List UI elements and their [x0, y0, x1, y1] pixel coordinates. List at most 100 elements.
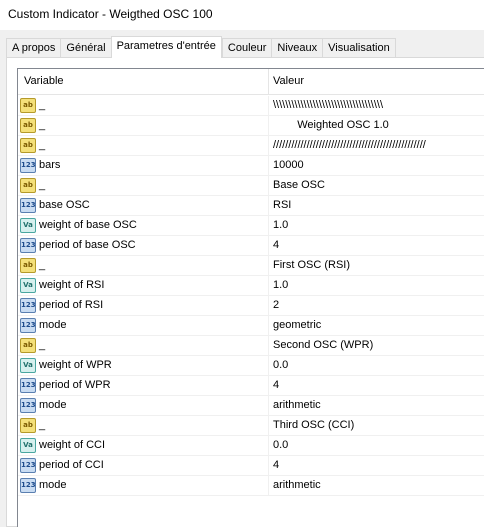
cell-divider [268, 396, 269, 416]
string-type-icon: ab [20, 178, 36, 193]
value-cell[interactable]: 1.0 [273, 279, 288, 291]
variable-name: mode [39, 319, 67, 331]
tab-a-propos[interactable]: A propos [6, 38, 61, 58]
column-header-variable[interactable]: Variable [24, 75, 64, 87]
cell-divider [268, 196, 269, 216]
variable-name: mode [39, 479, 67, 491]
value-cell[interactable]: geometric [273, 319, 321, 331]
integer-type-icon: 123 [20, 238, 36, 253]
table-row[interactable]: ab _ Base OSC [18, 176, 484, 196]
table-row[interactable]: ab _ Weighted OSC 1.0 [18, 116, 484, 136]
cell-divider [268, 256, 269, 276]
table-row[interactable]: 123 mode arithmetic [18, 476, 484, 496]
table-row[interactable]: 123 period of RSI 2 [18, 296, 484, 316]
cell-divider [268, 436, 269, 456]
variable-name: period of WPR [39, 379, 111, 391]
value-cell[interactable]: Weighted OSC 1.0 [273, 119, 413, 131]
value-cell[interactable]: 10000 [273, 159, 304, 171]
table-row[interactable]: ab _ /////////////////////////////////////… [18, 136, 484, 156]
value-cell[interactable]: Third OSC (CCI) [273, 419, 354, 431]
cell-divider [268, 236, 269, 256]
cell-divider [268, 96, 269, 116]
variable-name: weight of WPR [39, 359, 112, 371]
table-row[interactable]: 123 period of CCI 4 [18, 456, 484, 476]
table-row[interactable]: 123 bars 10000 [18, 156, 484, 176]
table-row[interactable]: ab _ Third OSC (CCI) [18, 416, 484, 436]
value-cell[interactable]: 4 [273, 239, 279, 251]
integer-type-icon: 123 [20, 198, 36, 213]
cell-divider [268, 156, 269, 176]
table-row[interactable]: 123 period of WPR 4 [18, 376, 484, 396]
value-cell[interactable]: 0.0 [273, 439, 288, 451]
grid-header: Variable Valeur [18, 69, 484, 95]
column-header-value[interactable]: Valeur [273, 75, 304, 87]
cell-divider [268, 216, 269, 236]
cell-divider [268, 456, 269, 476]
integer-type-icon: 123 [20, 478, 36, 493]
variable-name: _ [39, 179, 46, 191]
variable-name: _ [39, 259, 46, 271]
variable-name: weight of RSI [39, 279, 105, 291]
cell-divider [268, 376, 269, 396]
table-row[interactable]: 123 mode arithmetic [18, 396, 484, 416]
column-divider[interactable] [268, 69, 269, 95]
tab-general[interactable]: Général [60, 38, 111, 58]
cell-divider [268, 136, 269, 156]
value-cell[interactable]: First OSC (RSI) [273, 259, 350, 271]
table-row[interactable]: Va weight of base OSC 1.0 [18, 216, 484, 236]
tab-visualisation[interactable]: Visualisation [322, 38, 396, 58]
tab-strip: A propos Général Parametres d'entrée Cou… [6, 36, 396, 58]
variable-name: period of RSI [39, 299, 104, 311]
cell-divider [268, 316, 269, 336]
table-row[interactable]: ab _ Second OSC (WPR) [18, 336, 484, 356]
integer-type-icon: 123 [20, 298, 36, 313]
integer-type-icon: 123 [20, 318, 36, 333]
input-parameters-grid: Variable Valeur ab _ \\\\\\\\\\\\\\\\\\\\\… [17, 68, 484, 527]
value-cell[interactable]: \\\\\\\\\\\\\\\\\\\\\\\\\\\\\\\\\\\\ [273, 99, 383, 111]
cell-divider [268, 336, 269, 356]
value-cell[interactable]: 1.0 [273, 219, 288, 231]
string-type-icon: ab [20, 418, 36, 433]
cell-divider [268, 176, 269, 196]
variable-name: mode [39, 399, 67, 411]
double-type-icon: Va [20, 438, 36, 453]
double-type-icon: Va [20, 358, 36, 373]
cell-divider [268, 356, 269, 376]
table-row[interactable]: Va weight of WPR 0.0 [18, 356, 484, 376]
grid-rows: ab _ \\\\\\\\\\\\\\\\\\\\\\\\\\\\\\\\\\\\ a… [18, 96, 484, 496]
value-cell[interactable]: 2 [273, 299, 279, 311]
tab-parametres-entree[interactable]: Parametres d'entrée [110, 36, 222, 58]
integer-type-icon: 123 [20, 458, 36, 473]
value-cell[interactable]: arithmetic [273, 479, 321, 491]
value-cell[interactable]: RSI [273, 199, 291, 211]
integer-type-icon: 123 [20, 378, 36, 393]
table-row[interactable]: ab _ \\\\\\\\\\\\\\\\\\\\\\\\\\\\\\\\\\\\ [18, 96, 484, 116]
table-row[interactable]: ab _ First OSC (RSI) [18, 256, 484, 276]
variable-name: _ [39, 339, 46, 351]
variable-name: period of base OSC [39, 239, 136, 251]
string-type-icon: ab [20, 138, 36, 153]
variable-name: _ [39, 99, 46, 111]
value-cell[interactable]: 4 [273, 379, 279, 391]
tab-couleur[interactable]: Couleur [221, 38, 272, 58]
table-row[interactable]: Va weight of CCI 0.0 [18, 436, 484, 456]
double-type-icon: Va [20, 218, 36, 233]
indicator-properties-dialog: A propos Général Parametres d'entrée Cou… [0, 30, 484, 527]
variable-name: bars [39, 159, 61, 171]
variable-name: weight of CCI [39, 439, 106, 451]
value-cell[interactable]: 4 [273, 459, 279, 471]
table-row[interactable]: 123 base OSC RSI [18, 196, 484, 216]
value-cell[interactable]: 0.0 [273, 359, 288, 371]
table-row[interactable]: 123 period of base OSC 4 [18, 236, 484, 256]
table-row[interactable]: Va weight of RSI 1.0 [18, 276, 484, 296]
tab-niveaux[interactable]: Niveaux [271, 38, 323, 58]
string-type-icon: ab [20, 338, 36, 353]
table-row[interactable]: 123 mode geometric [18, 316, 484, 336]
value-cell[interactable]: ////////////////////////////////////////… [273, 139, 426, 151]
variable-name: _ [39, 419, 46, 431]
value-cell[interactable]: Second OSC (WPR) [273, 339, 373, 351]
window-title: Custom Indicator - Weigthed OSC 100 [8, 7, 213, 21]
value-cell[interactable]: Base OSC [273, 179, 325, 191]
value-cell[interactable]: arithmetic [273, 399, 321, 411]
double-type-icon: Va [20, 278, 36, 293]
